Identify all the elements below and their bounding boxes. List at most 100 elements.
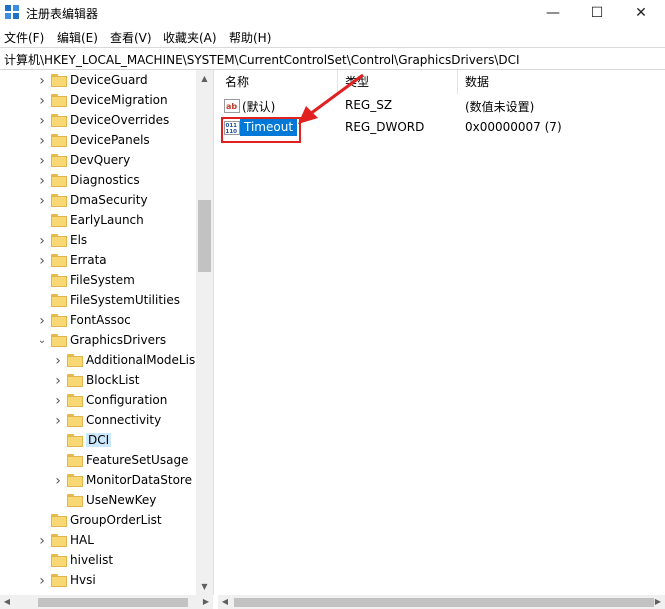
chevron-right-icon[interactable]: › <box>36 113 48 129</box>
tree-item-connectivity[interactable]: › Connectivity <box>0 411 196 431</box>
tree-item-label[interactable]: DmaSecurity <box>70 193 148 207</box>
minimize-button[interactable]: — <box>531 0 575 26</box>
folder-icon <box>51 234 67 247</box>
chevron-right-icon[interactable]: › <box>36 153 48 169</box>
tree-item-errata[interactable]: › Errata <box>0 251 196 271</box>
tree-vertical-scrollbar[interactable]: ▲ ▼ <box>196 70 213 595</box>
menu-file[interactable]: 文件(F) <box>4 29 44 46</box>
tree-item-label[interactable]: FontAssoc <box>70 313 131 327</box>
tree-item-label[interactable]: GroupOrderList <box>70 513 162 527</box>
tree-item-label[interactable]: Connectivity <box>86 413 161 427</box>
tree-item-configuration[interactable]: › Configuration <box>0 391 196 411</box>
chevron-right-icon[interactable]: › <box>36 253 48 269</box>
tree-item-label[interactable]: BlockList <box>86 373 139 387</box>
address-path[interactable]: 计算机\HKEY_LOCAL_MACHINE\SYSTEM\CurrentCon… <box>4 51 520 68</box>
chevron-right-icon[interactable]: › <box>52 473 64 489</box>
chevron-right-icon[interactable]: › <box>52 393 64 409</box>
menu-view[interactable]: 查看(V) <box>110 29 152 46</box>
value-list[interactable]: 名称 类型 数据 ab (默认) REG_SZ (数值未设置) 011 110 … <box>218 70 665 595</box>
chevron-right-icon[interactable]: › <box>52 413 64 429</box>
tree-item-els[interactable]: › Els <box>0 231 196 251</box>
registry-tree[interactable]: › DeviceGuard › DeviceMigration › DeviceOverr… <box>0 70 214 595</box>
tree-item-label[interactable]: FileSystem <box>70 273 135 287</box>
tree-item-label[interactable]: DeviceOverrides <box>70 113 169 127</box>
scroll-right-arrow-icon[interactable]: ▶ <box>651 595 665 609</box>
list-hscroll-thumb[interactable] <box>234 598 654 607</box>
tree-item-deviceoverrides[interactable]: › DeviceOverrides <box>0 111 196 131</box>
chevron-right-icon[interactable]: › <box>36 73 48 89</box>
tree-item-label[interactable]: hivelist <box>70 553 113 567</box>
tree-item-graphicsdrivers[interactable]: ⌄ GraphicsDrivers <box>0 331 196 351</box>
tree-item-label[interactable]: UseNewKey <box>86 493 156 507</box>
tree-item-devicepanels[interactable]: › DevicePanels <box>0 131 196 151</box>
menu-favorites[interactable]: 收藏夹(A) <box>163 29 217 46</box>
tree-item-hivelist[interactable]: hivelist <box>0 551 196 571</box>
folder-icon <box>51 314 67 327</box>
chevron-right-icon[interactable]: › <box>52 373 64 389</box>
folder-icon <box>67 414 83 427</box>
tree-item-filesystem[interactable]: FileSystem <box>0 271 196 291</box>
tree-item-usenewkey[interactable]: UseNewKey <box>0 491 196 511</box>
scroll-down-arrow-icon[interactable]: ▼ <box>196 578 213 595</box>
menu-edit[interactable]: 编辑(E) <box>57 29 98 46</box>
tree-item-deviceguard[interactable]: › DeviceGuard <box>0 71 196 91</box>
tree-item-blocklist[interactable]: › BlockList <box>0 371 196 391</box>
tree-item-label[interactable]: DCI <box>86 433 112 447</box>
tree-item-devicemigration[interactable]: › DeviceMigration <box>0 91 196 111</box>
column-header-data[interactable]: 数据 <box>458 70 665 94</box>
chevron-right-icon[interactable]: › <box>36 173 48 189</box>
tree-item-label[interactable]: DevicePanels <box>70 133 150 147</box>
chevron-right-icon[interactable]: › <box>52 353 64 369</box>
tree-item-label[interactable]: AdditionalModeLis <box>86 353 195 367</box>
tree-item-fontassoc[interactable]: › FontAssoc <box>0 311 196 331</box>
tree-item-label[interactable]: FeatureSetUsage <box>86 453 188 467</box>
close-button[interactable]: ✕ <box>619 0 663 26</box>
maximize-button[interactable]: ☐ <box>575 0 619 26</box>
tree-item-label[interactable]: GraphicsDrivers <box>70 333 166 347</box>
tree-item-label[interactable]: DevQuery <box>70 153 130 167</box>
tree-item-label[interactable]: Errata <box>70 253 107 267</box>
tree-item-hal[interactable]: › HAL <box>0 531 196 551</box>
tree-item-label[interactable]: Hvsi <box>70 573 96 587</box>
tree-item-label[interactable]: FileSystemUtilities <box>70 293 180 307</box>
chevron-right-icon[interactable]: › <box>36 233 48 249</box>
scroll-left-arrow-icon[interactable]: ◀ <box>0 595 14 609</box>
address-bar[interactable]: 计算机\HKEY_LOCAL_MACHINE\SYSTEM\CurrentCon… <box>0 47 665 70</box>
chevron-right-icon[interactable]: › <box>36 573 48 589</box>
chevron-down-icon[interactable]: ⌄ <box>36 333 48 349</box>
tree-item-label[interactable]: Els <box>70 233 87 247</box>
tree-item-label[interactable]: MonitorDataStore <box>86 473 192 487</box>
chevron-right-icon[interactable]: › <box>36 93 48 109</box>
tree-item-label[interactable]: DeviceGuard <box>70 73 148 87</box>
svg-text:ab: ab <box>226 102 237 111</box>
tree-item-monitordatastore[interactable]: › MonitorDataStore <box>0 471 196 491</box>
tree-item-label[interactable]: DeviceMigration <box>70 93 168 107</box>
tree-item-label[interactable]: Diagnostics <box>70 173 140 187</box>
tree-item-hvsi[interactable]: › Hvsi <box>0 571 196 591</box>
tree-horizontal-scrollbar[interactable]: ◀ ▶ <box>0 595 213 609</box>
value-row[interactable]: ab (默认) REG_SZ (数值未设置) <box>218 96 665 116</box>
tree-item-label[interactable]: EarlyLaunch <box>70 213 144 227</box>
tree-item-diagnostics[interactable]: › Diagnostics <box>0 171 196 191</box>
tree-item-filesystemutilities[interactable]: FileSystemUtilities <box>0 291 196 311</box>
tree-item-grouporderlist[interactable]: GroupOrderList <box>0 511 196 531</box>
tree-hscroll-thumb[interactable] <box>38 598 188 607</box>
tree-item-featuresetusage[interactable]: FeatureSetUsage <box>0 451 196 471</box>
list-horizontal-scrollbar[interactable]: ◀ ▶ <box>218 595 665 609</box>
chevron-right-icon[interactable]: › <box>36 193 48 209</box>
tree-scroll-thumb[interactable] <box>198 200 211 272</box>
menu-help[interactable]: 帮助(H) <box>229 29 271 46</box>
chevron-right-icon[interactable]: › <box>36 133 48 149</box>
chevron-right-icon[interactable]: › <box>36 533 48 549</box>
scroll-right-arrow-icon[interactable]: ▶ <box>199 595 213 609</box>
tree-item-earlylaunch[interactable]: EarlyLaunch <box>0 211 196 231</box>
tree-item-devquery[interactable]: › DevQuery <box>0 151 196 171</box>
scroll-up-arrow-icon[interactable]: ▲ <box>196 70 213 87</box>
tree-item-dmasecurity[interactable]: › DmaSecurity <box>0 191 196 211</box>
tree-item-label[interactable]: Configuration <box>86 393 167 407</box>
tree-item-label[interactable]: HAL <box>70 533 94 547</box>
tree-item-additionalmodelis[interactable]: › AdditionalModeLis <box>0 351 196 371</box>
chevron-right-icon[interactable]: › <box>36 313 48 329</box>
scroll-left-arrow-icon[interactable]: ◀ <box>218 595 232 609</box>
tree-item-dci[interactable]: DCI <box>0 431 196 451</box>
